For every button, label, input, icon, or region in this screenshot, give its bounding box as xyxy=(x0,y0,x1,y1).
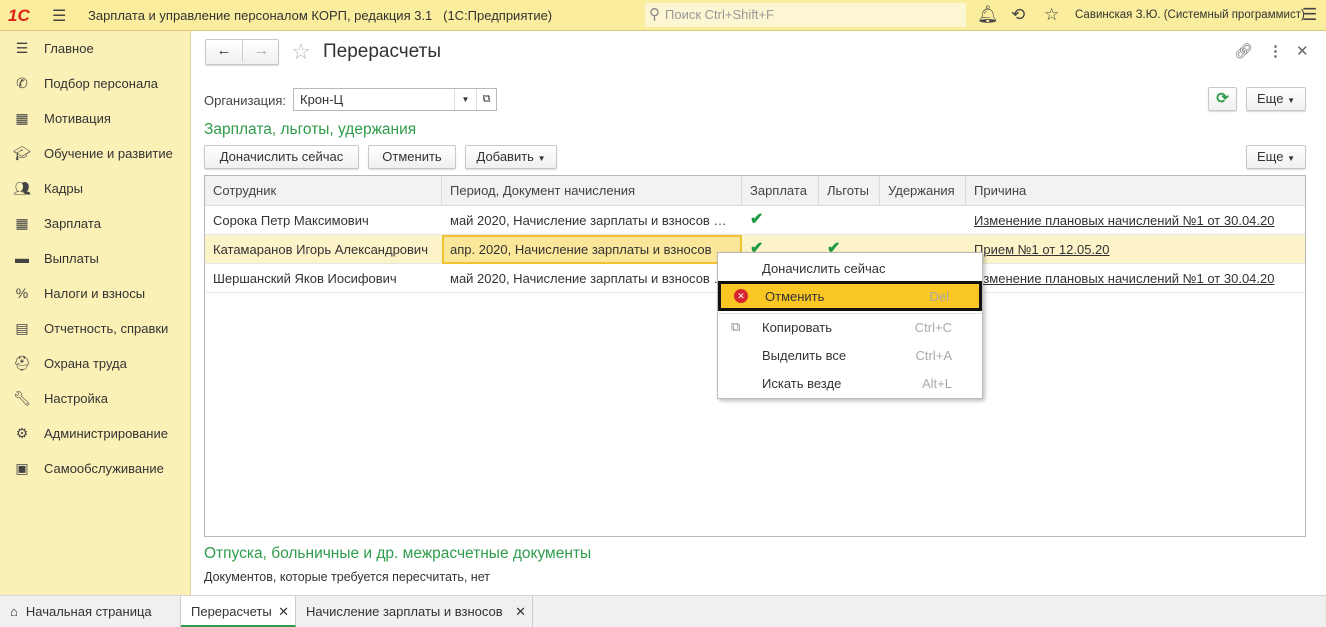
search-input[interactable]: ⚲ Поиск Ctrl+Shift+F xyxy=(645,3,966,27)
dropdown-chevron-icon[interactable]: ▼ xyxy=(454,89,476,110)
wrench-icon: 🔧︎ xyxy=(13,390,31,406)
forward-button[interactable]: → xyxy=(243,40,280,62)
copy-icon: ⧉ xyxy=(731,319,741,334)
sidebar-item[interactable]: ▦ Мотивация xyxy=(0,104,191,134)
cell-period: май 2020, Начисление зарплаты и взносов … xyxy=(450,213,727,228)
sidebar-item[interactable]: 👥︎ Кадры xyxy=(0,174,191,204)
refresh-button[interactable]: ⟳ xyxy=(1208,87,1237,111)
home-icon: ⌂ xyxy=(10,604,18,619)
section-title-salary: Зарплата, льготы, удержания xyxy=(204,121,417,138)
sidebar-item[interactable]: 🎓︎ Обучение и развитие xyxy=(0,139,191,169)
wallet-icon: ▬ xyxy=(15,250,29,266)
cell-period: апр. 2020, Начисление зарплаты и взносов… xyxy=(442,235,742,264)
section-title-interim[interactable]: Отпуска, больничные и др. межрасчетные д… xyxy=(204,545,591,563)
id-card-icon: ▣ xyxy=(15,460,29,476)
sidebar-item[interactable]: ☰ Главное xyxy=(0,34,191,64)
column-header[interactable]: Удержания xyxy=(880,176,966,206)
reports-icon: ▤ xyxy=(15,320,29,336)
context-menu: Доначислить сейчас ✕ Отменить Del ⧉ Копироват… xyxy=(717,252,983,399)
sidebar-item[interactable]: ▬ Выплаты xyxy=(0,244,191,274)
sidebar-item[interactable]: ✆ Подбор персонала xyxy=(0,69,191,99)
back-button[interactable]: ← xyxy=(206,40,243,62)
chevron-down-icon: ▼ xyxy=(1287,96,1295,105)
sidebar-item[interactable]: ▣ Самообслуживание xyxy=(0,454,191,484)
column-header[interactable]: Период, Документ начисления xyxy=(442,176,742,206)
logo: 1С xyxy=(8,6,30,25)
sidebar-item[interactable]: ▦ Зарплата xyxy=(0,209,191,239)
column-header[interactable]: Причина xyxy=(966,176,1305,206)
settings-menu-icon[interactable]: ☰ xyxy=(1302,5,1317,25)
cancel-button[interactable]: Отменить xyxy=(368,145,456,169)
more-button-top[interactable]: Еще ▼ xyxy=(1246,87,1306,111)
menu-item[interactable]: Искать везде Alt+L xyxy=(718,369,982,397)
cell-deductions xyxy=(880,206,966,235)
sidebar-item[interactable]: ⛑︎ Охрана труда xyxy=(0,349,191,379)
open-icon[interactable]: ⧉ xyxy=(476,89,496,110)
open-tab[interactable]: Начисление зарплаты и взносов ✕ xyxy=(296,596,533,627)
cell-benefits xyxy=(819,206,880,235)
user-name[interactable]: Савинская З.Ю. (Системный программист) xyxy=(1075,9,1305,21)
column-header[interactable]: Льготы xyxy=(819,176,880,206)
gear-icon: ⚙ xyxy=(15,425,29,441)
org-field[interactable]: Крон-Ц ▼ ⧉ xyxy=(293,88,497,111)
menu-item[interactable]: ✕ Отменить Del xyxy=(718,281,982,311)
accrue-now-button[interactable]: Доначислить сейчас xyxy=(204,145,359,169)
close-tab-icon[interactable]: ✕ xyxy=(515,604,526,620)
phone-icon: ✆ xyxy=(16,75,28,91)
chevron-down-icon: ▼ xyxy=(537,154,546,163)
menu-item[interactable]: Доначислить сейчас xyxy=(718,254,982,282)
more-actions-icon[interactable]: ⋮ xyxy=(1268,42,1283,60)
open-tab[interactable]: Перерасчеты ✕ xyxy=(181,596,296,627)
search-icon: ⚲ xyxy=(649,6,660,23)
open-tabs-bar: ⌂ Начальная страница Перерасчеты ✕ Начислени… xyxy=(0,595,1326,627)
sidebar: ☰ Главное ✆ Подбор персонала ▦ Мотивация 🎓︎ Обу… xyxy=(0,31,191,595)
interim-note: Документов, которые требуется пересчитат… xyxy=(204,570,490,584)
sidebar-item[interactable]: ⚙ Администрирование xyxy=(0,419,191,449)
cell-period: май 2020, Начисление зарплаты и взносов … xyxy=(450,271,727,286)
column-header[interactable]: Сотрудник xyxy=(205,176,442,206)
close-icon[interactable]: ✕ xyxy=(1296,42,1309,60)
cell-employee: Сорока Петр Максимович xyxy=(213,213,369,228)
nav-buttons: ← → xyxy=(205,39,279,65)
more-button-table[interactable]: Еще ▼ xyxy=(1246,145,1306,169)
menu-item[interactable]: ⧉ Копировать Ctrl+C xyxy=(718,313,982,341)
sidebar-item[interactable]: % Налоги и взносы xyxy=(0,279,191,309)
main-menu-icon[interactable]: ☰ xyxy=(52,6,66,26)
open-tab[interactable]: ⌂ Начальная страница xyxy=(0,596,181,627)
cancel-icon: ✕ xyxy=(734,289,748,303)
org-label: Организация: xyxy=(204,93,287,108)
sidebar-item[interactable]: 🔧︎ Настройка xyxy=(0,384,191,414)
calculator-icon: ▦ xyxy=(15,215,29,231)
cell-reason[interactable]: Изменение плановых начислений №1 от 30.0… xyxy=(966,264,1305,293)
percent-icon: % xyxy=(15,285,29,301)
link-icon[interactable]: 🔗︎ xyxy=(1234,42,1253,60)
menu-item[interactable]: Выделить все Ctrl+A xyxy=(718,341,982,369)
helmet-icon: ⛑︎ xyxy=(13,355,31,371)
sidebar-item[interactable]: ▤ Отчетность, справки xyxy=(0,314,191,344)
page-title: Перерасчеты xyxy=(323,41,441,62)
close-tab-icon[interactable]: ✕ xyxy=(278,604,289,620)
chevron-down-icon: ▼ xyxy=(1287,154,1295,163)
history-icon[interactable]: ⟲ xyxy=(1011,5,1025,25)
favorite-star-icon[interactable]: ☆ xyxy=(291,39,311,65)
star-icon[interactable]: ☆ xyxy=(1044,5,1059,25)
cell-employee: Шершанский Яков Иосифович xyxy=(213,271,397,286)
graduation-cap-icon: 🎓︎ xyxy=(13,145,31,161)
table-row[interactable]: Сорока Петр Максимович май 2020, Начислен… xyxy=(205,206,1305,235)
cell-reason[interactable]: Прием №1 от 12.05.20 xyxy=(966,235,1305,264)
cell-salary: ✔ xyxy=(750,211,764,228)
app-title: Зарплата и управление персоналом КОРП, р… xyxy=(88,8,553,23)
people-icon: 👥︎ xyxy=(13,180,31,196)
menu-lines-icon: ☰ xyxy=(15,40,29,56)
top-bar: 1С ☰ Зарплата и управление персоналом КО… xyxy=(0,0,1326,31)
gift-icon: ▦ xyxy=(15,110,29,126)
menu-separator xyxy=(718,313,982,314)
cell-reason[interactable]: Изменение плановых начислений №1 от 30.0… xyxy=(966,206,1305,235)
cell-employee: Катамаранов Игорь Александрович xyxy=(213,242,428,257)
add-button[interactable]: Добавить ▼ xyxy=(465,145,557,169)
bell-icon[interactable]: 🔔︎ xyxy=(977,5,999,25)
column-header[interactable]: Зарплата xyxy=(742,176,819,206)
